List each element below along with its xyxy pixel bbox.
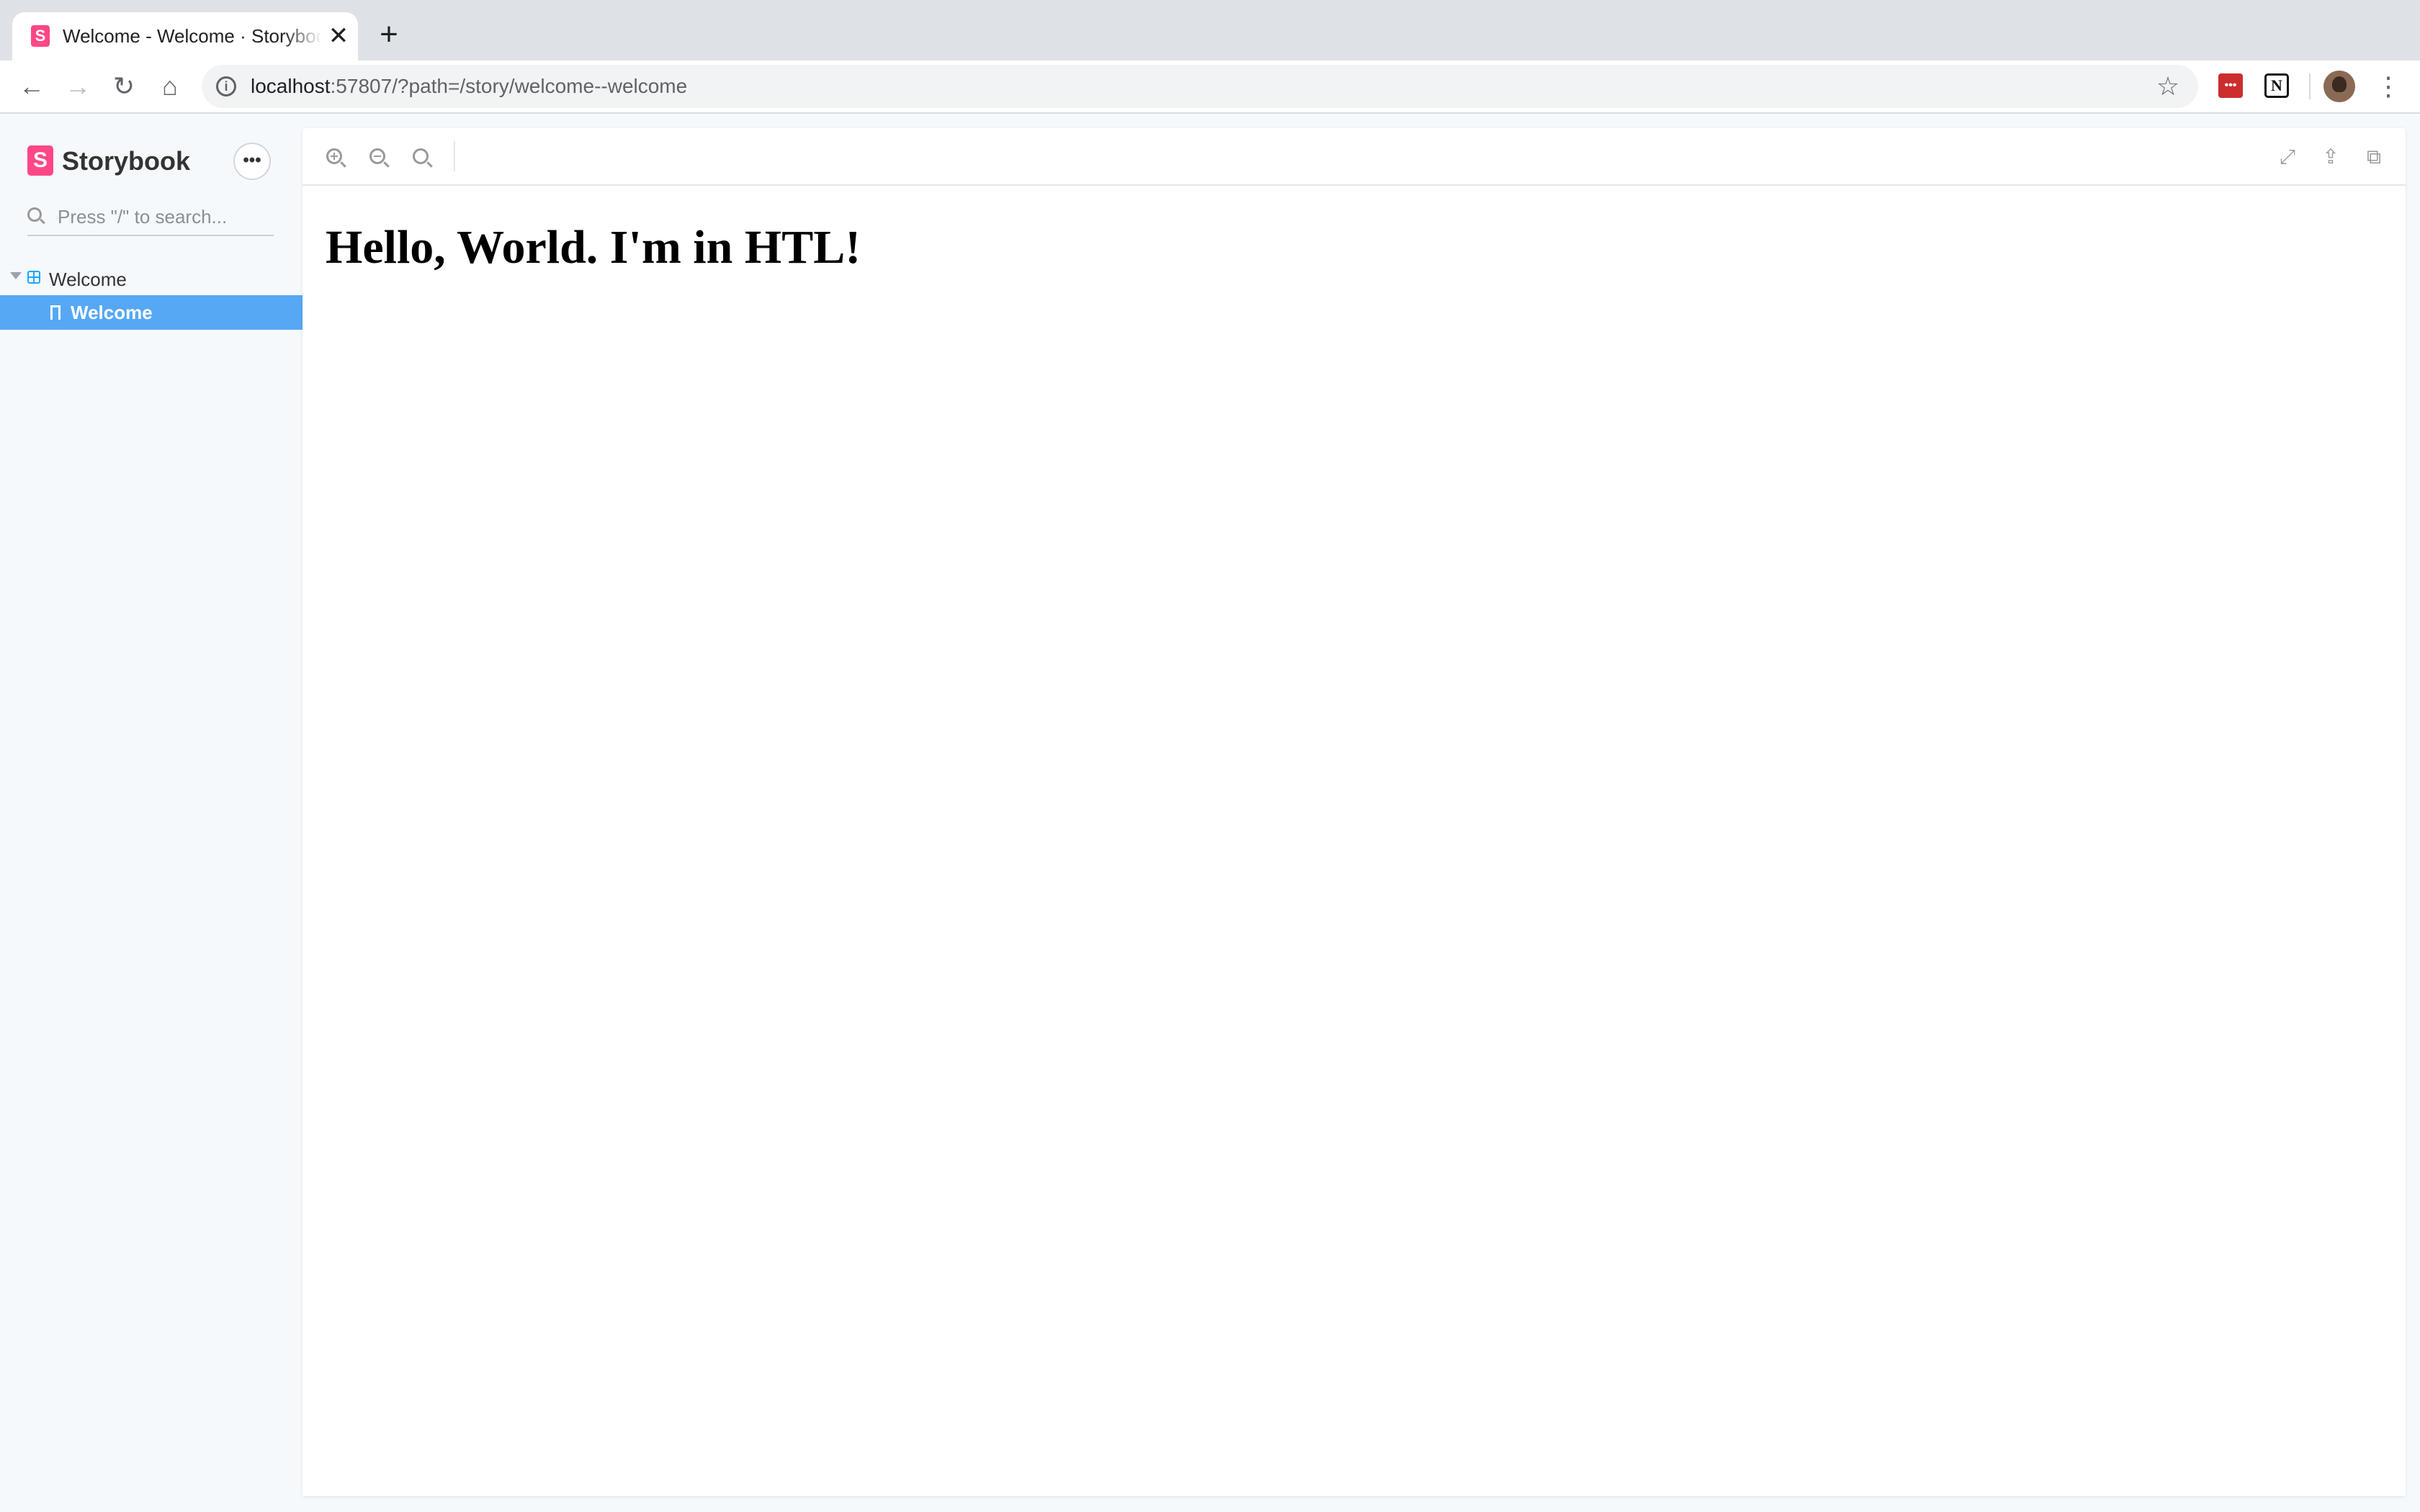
site-info-icon[interactable]: i [216, 76, 236, 96]
browser-tabstrip: S Welcome - Welcome · Storybook ✕ + [0, 0, 2420, 60]
preview-panel: ⤢ ⇪ ⧉ Hello, World. I'm in HTL! [302, 128, 2406, 1496]
notion-extension-icon[interactable]: N [2264, 73, 2289, 98]
bookmark-star-icon[interactable]: ☆ [2152, 71, 2184, 102]
search-input[interactable] [56, 203, 275, 230]
sidebar-story-label: Welcome [71, 302, 153, 323]
preview-toolbar: ⤢ ⇪ ⧉ [302, 128, 2406, 186]
chevron-down-icon[interactable] [10, 272, 22, 279]
sidebar-search [27, 200, 275, 236]
back-arrow-icon[interactable]: ← [14, 69, 49, 104]
bookmark-icon [50, 305, 60, 324]
storybook-sidebar: S Storybook ••• Welcome Welcome [0, 114, 302, 1512]
storybook-favicon-icon: S [31, 25, 50, 47]
address-bar[interactable]: i localhost:57807/?path=/story/welcome--… [202, 65, 2198, 108]
password-manager-extension-icon[interactable]: ••• [2218, 73, 2243, 98]
fullscreen-icon[interactable]: ⤢ [2273, 143, 2302, 171]
url-host: localhost [251, 75, 331, 97]
url-text[interactable]: localhost:57807/?path=/story/welcome--we… [251, 72, 687, 101]
forward-arrow-icon[interactable]: → [60, 69, 95, 104]
copy-link-icon[interactable]: ⧉ [2360, 143, 2388, 171]
sidebar-group-label: Welcome [49, 269, 127, 290]
toolbar-divider [2309, 73, 2311, 99]
sidebar-item-welcome-story[interactable]: Welcome [0, 295, 302, 330]
component-icon [27, 271, 40, 284]
reload-icon[interactable]: ↻ [107, 69, 141, 104]
browser-toolbar: ← → ↻ ⌂ i localhost:57807/?path=/story/w… [0, 60, 2420, 114]
zoom-out-icon[interactable] [363, 143, 392, 171]
profile-avatar[interactable] [2323, 71, 2355, 102]
zoom-reset-icon[interactable] [406, 143, 435, 171]
url-path: :57807/?path=/story/welcome--welcome [330, 75, 688, 97]
new-tab-button[interactable]: + [372, 19, 406, 53]
open-new-tab-icon[interactable]: ⇪ [2316, 143, 2345, 171]
zoom-in-icon[interactable] [320, 143, 349, 171]
tab-title: Welcome - Welcome · Storybook [63, 25, 322, 47]
story-heading: Hello, World. I'm in HTL! [326, 221, 861, 274]
storybook-logo-icon: S [27, 145, 53, 176]
browser-menu-icon[interactable]: ⋮ [2371, 69, 2406, 104]
sidebar-menu-button[interactable]: ••• [233, 143, 271, 180]
story-canvas: Hello, World. I'm in HTL! [302, 186, 2406, 1496]
toolbar-divider [454, 141, 455, 171]
home-icon[interactable]: ⌂ [153, 69, 187, 104]
tab-close-icon[interactable]: ✕ [326, 24, 351, 48]
sidebar-item-welcome-group[interactable]: Welcome [0, 262, 302, 297]
browser-tab-active[interactable]: S Welcome - Welcome · Storybook ✕ [12, 12, 358, 60]
search-icon [27, 207, 42, 222]
storybook-brand-title[interactable]: Storybook [62, 145, 190, 177]
